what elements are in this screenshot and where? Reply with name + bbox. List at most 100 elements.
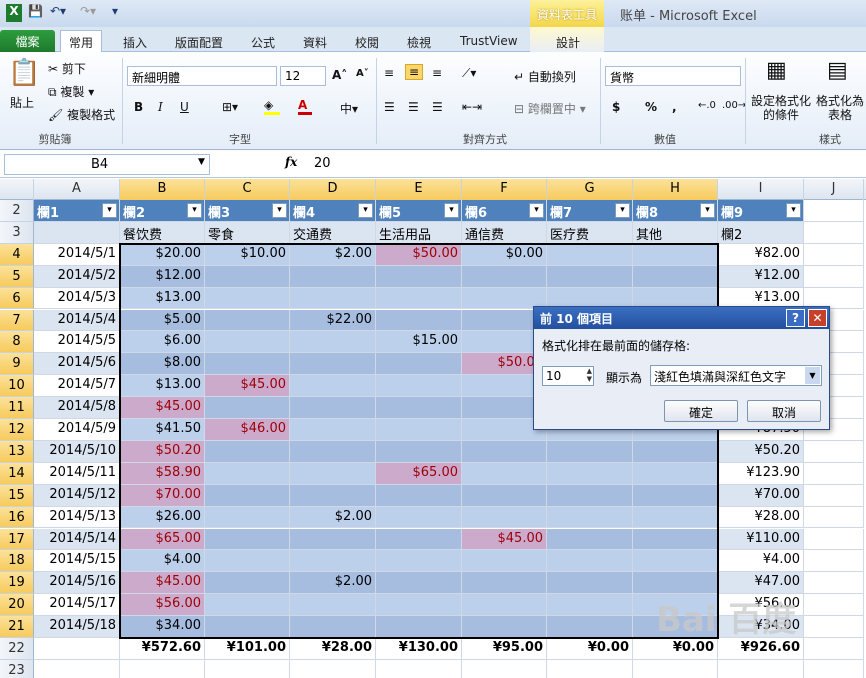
- cell-i5[interactable]: ¥12.00: [718, 265, 804, 288]
- cell-g16[interactable]: [547, 506, 633, 529]
- customize-qat-icon[interactable]: ▾: [112, 4, 118, 22]
- cell-i13[interactable]: ¥50.20: [718, 440, 804, 463]
- copy-button[interactable]: ⧉ 複製 ▾: [48, 83, 94, 100]
- cell-f15[interactable]: [462, 484, 547, 507]
- cell-e18[interactable]: [376, 550, 462, 573]
- cell-b11[interactable]: $45.00: [120, 397, 205, 419]
- cell-d22[interactable]: ¥28.00: [290, 638, 376, 660]
- cell-f13[interactable]: [462, 440, 547, 463]
- cell-e19[interactable]: [376, 572, 462, 595]
- row-header[interactable]: 4: [0, 243, 34, 266]
- cell-b14[interactable]: $58.90: [120, 462, 205, 485]
- tab-trustview[interactable]: TrustView: [452, 31, 526, 52]
- cell-j22[interactable]: [804, 638, 864, 660]
- row-header[interactable]: 20: [0, 594, 34, 617]
- cell-b17[interactable]: $65.00: [120, 528, 205, 551]
- cell-h19[interactable]: [633, 572, 718, 595]
- cell-e20[interactable]: [376, 594, 462, 617]
- cell-a16[interactable]: 2014/5/13: [34, 506, 120, 529]
- column-header-d[interactable]: D: [290, 179, 376, 200]
- cell-j17[interactable]: [804, 528, 864, 551]
- cell-c7[interactable]: [205, 309, 290, 332]
- cell-f16[interactable]: [462, 506, 547, 529]
- cell-e22[interactable]: ¥130.00: [376, 638, 462, 660]
- cell-b4[interactable]: $20.00: [120, 243, 205, 266]
- row-header[interactable]: 6: [0, 287, 34, 310]
- formula-input[interactable]: 20: [308, 154, 864, 175]
- cell-c11[interactable]: [205, 397, 290, 419]
- cell-j20[interactable]: [804, 594, 864, 617]
- filter-dropdown-icon[interactable]: ▾: [529, 203, 544, 218]
- cell-i4[interactable]: ¥82.00: [718, 243, 804, 266]
- conditional-format-button[interactable]: 設定格式化 的條件: [751, 94, 811, 122]
- row-header[interactable]: 11: [0, 397, 34, 419]
- cell-i23[interactable]: [718, 659, 804, 678]
- wrap-text-button[interactable]: ↵ 自動換列: [514, 68, 576, 85]
- cell-c6[interactable]: [205, 287, 290, 310]
- column-header-h[interactable]: H: [633, 179, 718, 200]
- cell-g19[interactable]: [547, 572, 633, 595]
- cell-j4[interactable]: [804, 243, 864, 266]
- grow-font-icon[interactable]: A˄: [332, 68, 347, 82]
- cell-g21[interactable]: [547, 616, 633, 638]
- cell-f17[interactable]: $45.00: [462, 528, 547, 551]
- cell-a20[interactable]: 2014/5/17: [34, 594, 120, 617]
- cell-a9[interactable]: 2014/5/6: [34, 353, 120, 376]
- cell-b10[interactable]: $13.00: [120, 375, 205, 398]
- cell-e17[interactable]: [376, 528, 462, 551]
- cell-f20[interactable]: [462, 594, 547, 617]
- cell-j21[interactable]: [804, 616, 864, 638]
- cell-j15[interactable]: [804, 484, 864, 507]
- cell-c3[interactable]: 零食: [205, 221, 290, 244]
- cell-j18[interactable]: [804, 550, 864, 573]
- cell-d17[interactable]: [290, 528, 376, 551]
- cell-d9[interactable]: [290, 353, 376, 376]
- cell-e21[interactable]: [376, 616, 462, 638]
- filter-dropdown-icon[interactable]: ▾: [700, 203, 715, 218]
- cut-button[interactable]: ✂ 剪下: [48, 60, 86, 77]
- cell-c12[interactable]: $46.00: [205, 419, 290, 441]
- align-bottom-icon[interactable]: ≡: [432, 66, 442, 80]
- tab-data[interactable]: 資料: [295, 31, 335, 52]
- cell-d18[interactable]: [290, 550, 376, 573]
- row-header[interactable]: 3: [0, 221, 34, 244]
- cell-d12[interactable]: [290, 419, 376, 441]
- cell-j14[interactable]: [804, 462, 864, 485]
- cell-d20[interactable]: [290, 594, 376, 617]
- cell-a23[interactable]: [34, 659, 120, 678]
- cell-a4[interactable]: 2014/5/1: [34, 243, 120, 266]
- row-header[interactable]: 13: [0, 440, 34, 463]
- conditional-format-icon[interactable]: ▦: [766, 58, 787, 83]
- cell-f18[interactable]: [462, 550, 547, 573]
- cell-d5[interactable]: [290, 265, 376, 288]
- cell-e7[interactable]: [376, 309, 462, 332]
- cell-d16[interactable]: $2.00: [290, 506, 376, 529]
- cell-b3[interactable]: 餐饮费: [120, 221, 205, 244]
- chevron-down-icon[interactable]: ▼: [805, 367, 820, 384]
- cell-b5[interactable]: $12.00: [120, 265, 205, 288]
- row-header[interactable]: 21: [0, 616, 34, 638]
- select-all-corner[interactable]: [0, 179, 34, 200]
- cell-h14[interactable]: [633, 462, 718, 485]
- row-header[interactable]: 22: [0, 638, 34, 660]
- cell-g23[interactable]: [547, 659, 633, 678]
- cell-c18[interactable]: [205, 550, 290, 573]
- cell-e9[interactable]: [376, 353, 462, 376]
- align-right-icon[interactable]: ☰: [432, 100, 443, 114]
- font-size-combo[interactable]: 12: [280, 66, 326, 86]
- cell-c5[interactable]: [205, 265, 290, 288]
- cell-f3[interactable]: 通信费: [462, 221, 547, 244]
- cell-d10[interactable]: [290, 375, 376, 398]
- cell-f2[interactable]: 欄6 ▾: [462, 200, 547, 222]
- help-button[interactable]: ?: [786, 309, 805, 327]
- cell-d11[interactable]: [290, 397, 376, 419]
- cell-j19[interactable]: [804, 572, 864, 595]
- cell-b21[interactable]: $34.00: [120, 616, 205, 638]
- insert-function-button[interactable]: fx: [285, 155, 297, 169]
- cell-h5[interactable]: [633, 265, 718, 288]
- tab-home[interactable]: 常用: [60, 30, 103, 53]
- cell-e10[interactable]: [376, 375, 462, 398]
- cell-c2[interactable]: 欄3 ▾: [205, 200, 290, 222]
- cell-a3[interactable]: [34, 221, 120, 244]
- cell-h3[interactable]: 其他: [633, 221, 718, 244]
